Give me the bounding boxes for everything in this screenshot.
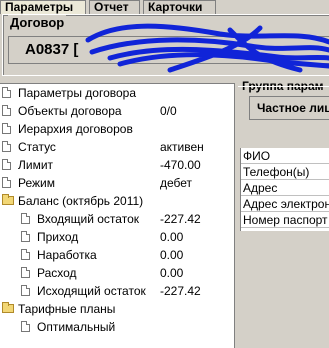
contract-selector[interactable]: A0837 [: [8, 36, 329, 64]
document-icon: [21, 267, 30, 278]
grid-empty-area: [240, 231, 329, 348]
tree-item-value: дебет: [160, 176, 193, 190]
tree-item[interactable]: Расход 0.00: [0, 264, 234, 282]
tree-item-label: Параметры договора: [18, 86, 137, 100]
tree-item-label: Входящий остаток: [37, 212, 139, 226]
tree-item-value: 0.00: [160, 248, 184, 262]
tree-item-label: Исходящий остаток: [37, 284, 146, 298]
tree-item-value: 0.00: [160, 230, 184, 244]
tab-report[interactable]: Отчет: [89, 0, 140, 14]
document-icon: [2, 159, 11, 170]
document-icon: [21, 285, 30, 296]
folder-icon: [2, 302, 14, 313]
tree-item-label: Наработка: [37, 248, 97, 262]
tab-bar: Параметры Отчет Карточки: [0, 0, 329, 14]
tree-item-label: Приход: [37, 230, 79, 244]
document-icon: [2, 141, 11, 152]
tree-item-label: Лимит: [18, 158, 54, 172]
tree-item[interactable]: Баланс (октябрь 2011): [0, 192, 234, 210]
folder-icon: [2, 194, 14, 205]
contract-value: A0837 [: [25, 41, 79, 58]
tree-item-label: Тарифные планы: [18, 302, 116, 316]
tree-item-label: Баланс (октябрь 2011): [18, 194, 144, 208]
tree-item-value: -470.00: [160, 158, 201, 172]
grid-row-label: Адрес электрон: [241, 196, 329, 212]
group-divider: [238, 86, 329, 87]
tree-item-value: 0.00: [160, 266, 184, 280]
tab-cards[interactable]: Карточки: [143, 0, 216, 14]
grid-row-label: Телефон(ы): [241, 164, 329, 180]
grid-row-label: Адрес: [241, 180, 329, 196]
tree-item[interactable]: Наработка 0.00: [0, 246, 234, 264]
contract-tree[interactable]: Параметры договора Объекты договора 0/0 Иер…: [0, 83, 235, 348]
tree-item[interactable]: Параметры договора: [0, 84, 234, 102]
tree-item[interactable]: Статус активен: [0, 138, 234, 156]
tree-item[interactable]: Исходящий остаток -227.42: [0, 282, 234, 300]
tree-item-value: -227.42: [160, 212, 201, 226]
document-icon: [21, 231, 30, 242]
grid-row-label: Номер паспорт: [241, 212, 329, 228]
tree-item-value: 0/0: [160, 104, 177, 118]
document-icon: [2, 177, 11, 188]
tree-item[interactable]: Лимит -470.00: [0, 156, 234, 174]
tree-item[interactable]: Входящий остаток -227.42: [0, 210, 234, 228]
tree-item[interactable]: Объекты договора 0/0: [0, 102, 234, 120]
tree-item[interactable]: Режим дебет: [0, 174, 234, 192]
tree-item[interactable]: Иерархия договоров: [0, 120, 234, 138]
tree-item[interactable]: Тарифные планы: [0, 300, 234, 318]
private-person-label: Частное лиц: [257, 101, 329, 115]
document-icon: [2, 123, 11, 134]
document-icon: [21, 249, 30, 260]
tab-parameters[interactable]: Параметры: [0, 0, 86, 14]
tree-item-label: Расход: [37, 266, 77, 280]
tree-item-label: Объекты договора: [18, 104, 122, 118]
tree-item-value: активен: [160, 140, 204, 154]
tree-item-label: Статус: [18, 140, 56, 154]
private-person-button[interactable]: Частное лиц: [249, 96, 329, 120]
tree-item-value: -227.42: [160, 284, 201, 298]
tree-item-label: Режим: [18, 176, 55, 190]
grid-row-label: ФИО: [241, 148, 329, 164]
document-icon: [2, 87, 11, 98]
tree-item[interactable]: Приход 0.00: [0, 228, 234, 246]
document-icon: [21, 213, 30, 224]
contract-caption: Договор: [8, 15, 67, 30]
document-icon: [2, 105, 11, 116]
tree-item-label: Иерархия договоров: [18, 122, 133, 136]
tree-item[interactable]: Оптимальный: [0, 318, 234, 336]
document-icon: [21, 321, 30, 332]
tree-item-label: Оптимальный: [37, 320, 116, 334]
